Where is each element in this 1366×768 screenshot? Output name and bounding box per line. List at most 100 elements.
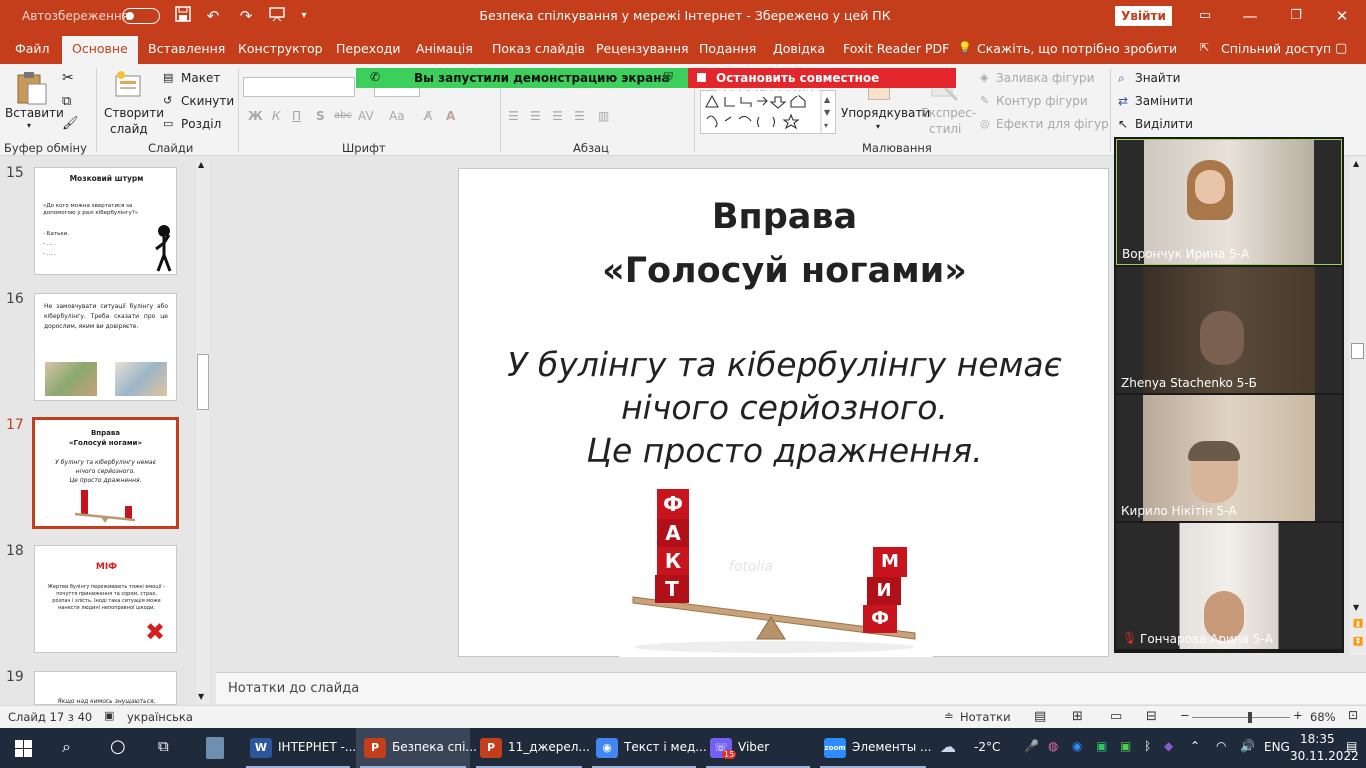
justify-icon[interactable]: ☰	[574, 109, 585, 123]
tab-file[interactable]: Файл	[15, 41, 50, 56]
tell-me-search[interactable]: Скажіть, що потрібно зробити	[977, 41, 1177, 56]
taskbar-app-1[interactable]: W ІНТЕРНЕТ -...	[242, 728, 356, 768]
zoom-in-icon[interactable]: +	[1293, 708, 1303, 722]
participant-video-4[interactable]: 🎙 Гончарова Арина 5-А	[1116, 523, 1342, 649]
taskbar-app-4[interactable]: ◉ Текст і мед...	[588, 728, 707, 768]
undo-icon[interactable]: ↶	[203, 6, 223, 26]
zoom-slider[interactable]	[1192, 717, 1290, 718]
search-icon[interactable]: ⌕	[62, 737, 71, 757]
participant-video-2[interactable]: Zhenya Stachenko 5-Б	[1116, 267, 1342, 393]
close-icon[interactable]: ✕	[1332, 6, 1352, 26]
weather-temperature[interactable]: -2°C	[974, 740, 1000, 754]
tray-app-icon[interactable]: ◍	[1048, 739, 1058, 753]
zoom-level[interactable]: 68%	[1310, 710, 1336, 724]
tab-animations[interactable]: Анімація	[416, 41, 473, 56]
bold-button[interactable]: Ж	[248, 109, 263, 123]
char-spacing-button[interactable]: AV	[358, 109, 374, 123]
windows-start-icon[interactable]	[15, 740, 32, 757]
align-left-icon[interactable]: ☰	[508, 109, 519, 123]
tray-app-icon[interactable]: ▣	[1096, 739, 1107, 753]
spellcheck-icon[interactable]: ▣	[104, 709, 114, 722]
tab-insert[interactable]: Вставлення	[148, 41, 225, 56]
scrollbar-thumb[interactable]	[197, 354, 209, 410]
language-label[interactable]: українська	[127, 710, 193, 724]
underline-button[interactable]: П	[292, 109, 301, 123]
align-center-icon[interactable]: ☰	[530, 109, 541, 123]
next-slide-icon[interactable]: ⏬	[1353, 637, 1363, 646]
quick-styles-button-line2[interactable]: стилі	[929, 122, 961, 136]
slide-body-line1[interactable]: У булінгу та кібербулінгу немає	[459, 345, 1110, 384]
shape-fill-button[interactable]: Заливка фігури	[996, 71, 1094, 85]
tab-view[interactable]: Подання	[699, 41, 756, 56]
customize-icon[interactable]: ▾	[294, 6, 314, 26]
signin-button[interactable]: Увійти	[1115, 6, 1172, 26]
replace-button[interactable]: Замінити	[1135, 94, 1193, 108]
strikethrough-button[interactable]: abc	[334, 110, 352, 121]
italic-button[interactable]: К	[272, 109, 281, 123]
cortana-icon[interactable]: ○	[110, 736, 126, 757]
quick-styles-button[interactable]: Експрес-	[921, 106, 976, 120]
clear-format-icon[interactable]: A̸	[424, 109, 432, 123]
tab-foxit[interactable]: Foxit Reader PDF	[843, 41, 949, 56]
arrange-button[interactable]: Упорядкувати	[841, 106, 930, 120]
scroll-up-icon[interactable]: ▲	[1353, 159, 1359, 168]
save-icon[interactable]	[173, 6, 193, 26]
paste-dropdown-icon[interactable]: ▾	[27, 121, 31, 130]
taskbar-app-2[interactable]: P Безпека спі...	[356, 728, 477, 768]
minimize-icon[interactable]: —	[1240, 6, 1260, 26]
tab-home[interactable]: Основне	[62, 36, 138, 64]
reset-button[interactable]: Скинути	[181, 94, 234, 108]
paste-button[interactable]: Вставити	[5, 106, 64, 120]
wifi-icon[interactable]: ◠	[1216, 739, 1226, 753]
tab-help[interactable]: Довідка	[773, 41, 825, 56]
shape-outline-button[interactable]: Контур фігури	[996, 94, 1088, 108]
slide-thumbnail-16[interactable]: Не замовчувати ситуації булінгу або кібе…	[34, 293, 177, 401]
zoom-tray-icon[interactable]: ◉	[1072, 739, 1082, 753]
arrange-dropdown-icon[interactable]: ▾	[876, 122, 880, 131]
input-language[interactable]: ENG	[1264, 740, 1290, 754]
taskbar-app-5[interactable]: ☏ 15 Viber	[702, 728, 814, 768]
slide-body-line3[interactable]: Це просто дражнення.	[459, 431, 1110, 470]
layout-button[interactable]: Макет	[181, 71, 220, 85]
seesaw-image[interactable]: fotolia Ф А К Т М И Ф	[619, 485, 933, 657]
align-right-icon[interactable]: ☰	[552, 109, 563, 123]
previous-slide-icon[interactable]: ⏫	[1353, 619, 1363, 628]
scroll-up-icon[interactable]: ▲	[198, 160, 204, 169]
slide-thumbnail-17[interactable]: Вправа «Голосуй ногами» У булінгу та кіб…	[32, 417, 179, 529]
cut-icon[interactable]: ✂	[62, 70, 74, 86]
shape-effects-button[interactable]: Ефекти для фігур	[996, 117, 1109, 131]
slide[interactable]: Вправа «Голосуй ногами» У булінгу та кіб…	[458, 168, 1109, 657]
notifications-icon[interactable]: ▤	[1346, 739, 1357, 753]
participant-video-3[interactable]: Кирило Нікітін 5-А	[1116, 395, 1342, 521]
new-slide-button[interactable]: Створити	[104, 106, 164, 120]
slide-sorter-icon[interactable]: ⊞	[1072, 709, 1083, 724]
taskbar-app-6[interactable]: zoom Элементы ...	[816, 728, 931, 768]
volume-icon[interactable]: 🔊	[1240, 739, 1255, 753]
shadow-button[interactable]: S	[316, 109, 325, 123]
scroll-down-icon[interactable]: ▼	[1353, 603, 1359, 612]
reading-view-icon[interactable]: ▭	[1110, 709, 1122, 724]
comments-icon[interactable]: ▢	[1335, 41, 1347, 56]
tray-app-icon[interactable]: ▣	[1120, 739, 1131, 753]
format-painter-icon[interactable]: 🖌	[62, 116, 79, 131]
notes-placeholder[interactable]: Нотатки до слайда	[228, 681, 359, 696]
scrollbar-thumb[interactable]	[1351, 343, 1364, 359]
scroll-down-icon[interactable]: ▼	[198, 692, 204, 701]
columns-icon[interactable]: ▥	[598, 109, 609, 123]
calculator-icon[interactable]	[206, 737, 224, 759]
slide-scrollbar[interactable]: ▲ ▼ ⏫ ⏬	[1349, 157, 1366, 655]
autosave-toggle[interactable]	[122, 8, 160, 24]
copy-icon[interactable]: ⧉	[62, 94, 71, 109]
font-color-icon[interactable]: A	[446, 109, 455, 123]
bluetooth-icon[interactable]: ᛒ	[1144, 739, 1151, 753]
stop-share-button[interactable]: Остановить совместное использование	[688, 68, 956, 99]
slide-title-line1[interactable]: Вправа	[459, 197, 1110, 237]
zoom-slider-thumb[interactable]	[1248, 712, 1253, 723]
slideshow-icon[interactable]	[267, 6, 287, 26]
zoom-out-icon[interactable]: −	[1180, 708, 1190, 722]
new-slide-icon[interactable]	[112, 70, 144, 100]
normal-view-icon[interactable]: ▤	[1034, 709, 1046, 724]
font-name-input[interactable]	[243, 77, 355, 97]
slide-thumbnail-15[interactable]: Мозковий штурм «До кого можна звертатися…	[34, 167, 177, 275]
weather-icon[interactable]: ☁	[940, 737, 956, 756]
